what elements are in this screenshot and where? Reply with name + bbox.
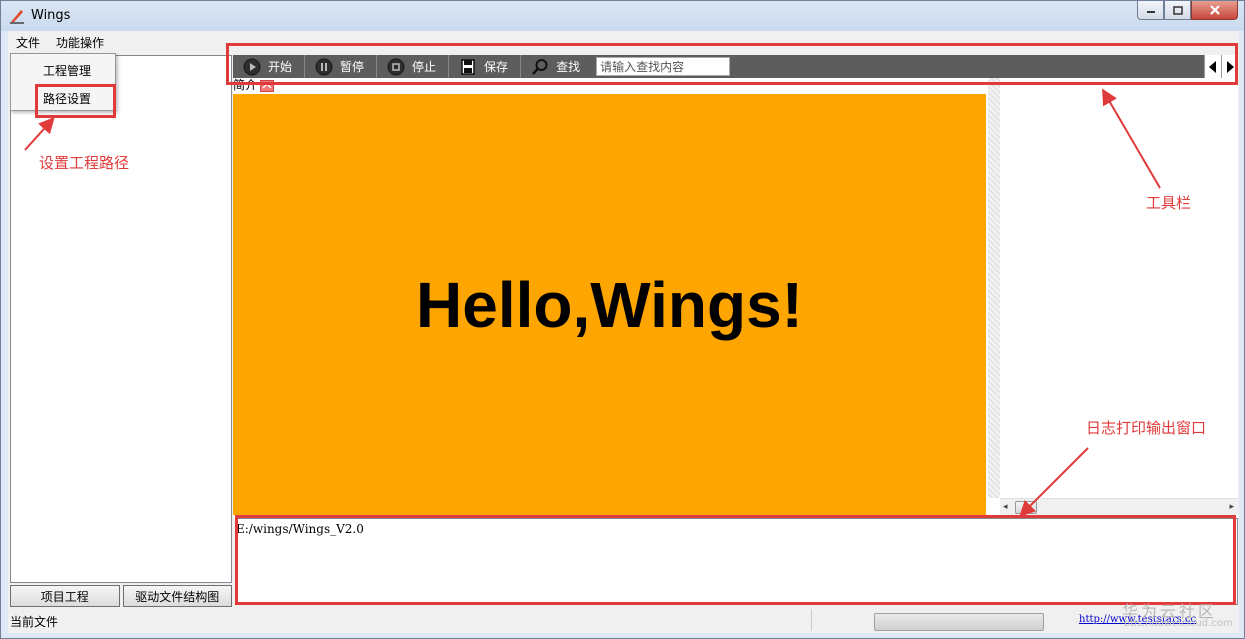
vertical-splitter[interactable]: [988, 78, 1000, 498]
status-bar: 当前文件 http://www.teststars.cc: [8, 609, 1239, 631]
scroll-thumb[interactable]: [1015, 501, 1037, 514]
content-area: Hello,Wings! ◂ ▸: [233, 78, 1238, 518]
annotation-path-box: [35, 84, 116, 118]
tab-driver-structure[interactable]: 驱动文件结构图: [122, 585, 232, 607]
tab-project[interactable]: 项目工程: [10, 585, 120, 607]
maximize-button[interactable]: [1164, 1, 1191, 20]
annotation-log-box: [235, 515, 1236, 605]
close-button[interactable]: [1191, 1, 1238, 20]
annotation-path-text: 设置工程路径: [39, 154, 130, 172]
hello-text: Hello,Wings!: [416, 268, 803, 341]
scroll-left-icon[interactable]: ◂: [1003, 502, 1008, 512]
minimize-button[interactable]: [1137, 1, 1164, 20]
project-tree-panel[interactable]: [10, 55, 232, 583]
scroll-right-icon[interactable]: ▸: [1229, 502, 1234, 512]
menu-file[interactable]: 文件: [8, 31, 48, 53]
annotation-toolbar-text: 工具栏: [1146, 194, 1192, 212]
status-separator: [811, 609, 812, 631]
title-bar[interactable]: Wings: [1, 1, 1244, 31]
annotation-log-text: 日志打印输出窗口: [1086, 419, 1207, 437]
horizontal-scrollbar[interactable]: ◂ ▸: [1000, 498, 1238, 515]
annotation-toolbar-box: [226, 43, 1238, 85]
app-logo-icon: [9, 8, 25, 24]
menu-item-project-manage[interactable]: 工程管理: [11, 56, 115, 82]
window-title: Wings: [31, 8, 71, 23]
progress-bar: [874, 613, 1044, 631]
left-tab-bar: 项目工程 驱动文件结构图: [10, 585, 232, 607]
hello-panel: Hello,Wings!: [233, 94, 986, 515]
menu-functions[interactable]: 功能操作: [48, 31, 112, 53]
status-current-file: 当前文件: [10, 615, 59, 629]
watermark-sub: bbs.huaweicloud.com: [1124, 618, 1233, 629]
